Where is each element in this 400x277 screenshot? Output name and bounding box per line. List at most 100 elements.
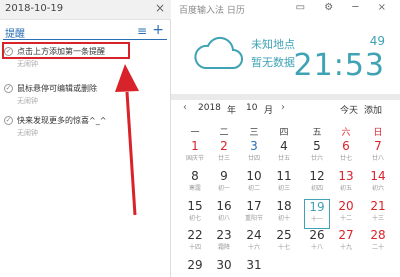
day-number: 13 <box>338 169 354 183</box>
day-number: 26 <box>309 228 325 242</box>
lunar-label: 廿八 <box>371 155 384 162</box>
calendar-day[interactable]: 5 廿六 <box>304 139 330 169</box>
cloud-icon <box>194 36 243 69</box>
month-select[interactable]: 10 <box>246 103 257 113</box>
day-number: 18 <box>276 199 292 213</box>
day-number: 11 <box>276 169 292 183</box>
calendar-day[interactable]: 28 二十 <box>365 228 391 258</box>
lunar-label: 初六 <box>371 185 384 192</box>
day-number: 1 <box>191 139 199 153</box>
lunar-label: 初八 <box>217 215 230 222</box>
weekday-label: 二 <box>219 128 229 138</box>
year-label: 年 <box>227 106 237 116</box>
lunar-label: 初三 <box>277 185 290 192</box>
calendar-day[interactable]: 21 十三 <box>365 199 391 229</box>
day-number: 12 <box>309 169 325 183</box>
lunar-label: 十四 <box>188 244 201 251</box>
calendar-day[interactable]: 26 十八 <box>304 228 330 258</box>
calendar-day[interactable]: 1 国庆节 <box>182 139 208 169</box>
calendar-day[interactable]: 4 廿五 <box>271 139 297 169</box>
day-number: 3 <box>250 139 258 153</box>
lunar-label: 十九 <box>339 244 352 251</box>
calendar-day[interactable]: 3 廿四 <box>241 139 267 169</box>
day-number: 17 <box>246 199 262 213</box>
calendar-day[interactable]: 9 初一 <box>211 169 237 199</box>
day-number: 28 <box>370 228 386 242</box>
today-button[interactable]: 今天 <box>340 103 358 116</box>
year-select[interactable]: 2018 <box>198 103 221 113</box>
day-number: 4 <box>280 139 288 153</box>
calendar-day[interactable]: 18 初十 <box>271 199 297 229</box>
calendar-panel: 百度输入法 日历 ▭ ⚙ ─ × 未知地点 暂无数据 49 21:53 ‹ 20… <box>171 0 400 277</box>
day-number: 31 <box>246 258 262 272</box>
calendar-app-title: 百度输入法 日历 <box>179 6 245 16</box>
lunar-label: 初七 <box>188 215 201 222</box>
day-number: 23 <box>216 228 232 242</box>
lunar-label: 十七 <box>277 244 290 251</box>
window-controls[interactable]: ▭ ⚙ ─ × <box>296 2 394 13</box>
calendar-day[interactable]: 14 初六 <box>365 169 391 199</box>
calendar-day[interactable]: 16 初八 <box>211 199 237 229</box>
day-number: 14 <box>370 169 386 183</box>
calendar-day[interactable]: 13 初五 <box>333 169 359 199</box>
next-month-icon[interactable]: › <box>281 102 285 113</box>
lunar-label: 初一 <box>217 185 230 192</box>
lunar-label: 十三 <box>371 215 384 222</box>
calendar-titlebar: 百度输入法 日历 ▭ ⚙ ─ × <box>171 0 400 20</box>
calendar-day[interactable]: 10 初二 <box>241 169 267 199</box>
day-number: 27 <box>338 228 354 242</box>
calendar-day[interactable]: 20 十二 <box>333 199 359 229</box>
calendar-day[interactable]: 17 重阳节 <box>241 199 267 229</box>
calendar-day[interactable]: 29 <box>182 258 208 277</box>
day-number: 22 <box>187 228 203 242</box>
lunar-label: 初十 <box>277 215 290 222</box>
lunar-label: 廿七 <box>339 155 352 162</box>
day-number: 30 <box>216 258 232 272</box>
calendar-day[interactable]: 12 初四 <box>304 169 330 199</box>
lunar-label: 二十 <box>371 244 384 251</box>
calendar-day[interactable]: 6 廿七 <box>333 139 359 169</box>
weekday-label: 一 <box>190 128 200 138</box>
calendar-day[interactable]: 25 十七 <box>271 228 297 258</box>
calendar-day[interactable]: 11 初三 <box>271 169 297 199</box>
app-window: 2018-10-19 × 提醒 ≡ + ✓ 点击上方添加第一条提醒 无闹钟 ✓ … <box>0 0 400 277</box>
month-label: 月 <box>264 106 274 116</box>
calendar-day[interactable]: 15 初七 <box>182 199 208 229</box>
day-number: 20 <box>338 199 354 213</box>
day-number: 29 <box>187 258 203 272</box>
calendar-day[interactable]: 27 十九 <box>333 228 359 258</box>
lunar-label: 十八 <box>310 244 323 251</box>
lunar-label: 十二 <box>339 215 352 222</box>
day-number: 7 <box>374 139 382 153</box>
calendar-nav: ‹ 2018 年 10 月 › 今天 添加 <box>171 102 400 118</box>
day-number: 10 <box>246 169 262 183</box>
weekday-header: 一二三四五六日 <box>171 125 400 138</box>
day-number: 8 <box>191 169 199 183</box>
weather-status: 暂无数据 <box>251 56 295 69</box>
calendar-day[interactable]: 2 廿三 <box>211 139 237 169</box>
lunar-label: 十一 <box>310 216 323 223</box>
clock-time: 21:53 <box>293 48 385 83</box>
lunar-label: 十六 <box>247 244 260 251</box>
weekday-label: 三 <box>249 128 259 138</box>
day-number: 25 <box>276 228 292 242</box>
day-number: 19 <box>309 200 325 214</box>
temperature: 49 <box>369 34 385 48</box>
calendar-day[interactable]: 31 <box>241 258 267 277</box>
calendar-day[interactable]: 8 寒露 <box>182 169 208 199</box>
calendar-day[interactable]: 22 十四 <box>182 228 208 258</box>
prev-month-icon[interactable]: ‹ <box>183 102 187 113</box>
day-number: 21 <box>370 199 386 213</box>
add-event-button[interactable]: 添加 <box>364 103 382 116</box>
calendar-day[interactable]: 7 廿八 <box>365 139 391 169</box>
calendar-day[interactable]: 23 霜降 <box>211 228 237 258</box>
lunar-label: 国庆节 <box>185 155 204 162</box>
calendar-day[interactable]: 24 十六 <box>241 228 267 258</box>
calendar-day[interactable]: 30 <box>211 258 237 277</box>
weekday-label: 四 <box>279 128 289 138</box>
calendar-day[interactable]: 19 十一 <box>304 199 330 229</box>
weekday-label: 六 <box>341 128 351 138</box>
location-text: 未知地点 <box>251 38 295 51</box>
day-number: 6 <box>342 139 350 153</box>
day-number: 2 <box>220 139 228 153</box>
